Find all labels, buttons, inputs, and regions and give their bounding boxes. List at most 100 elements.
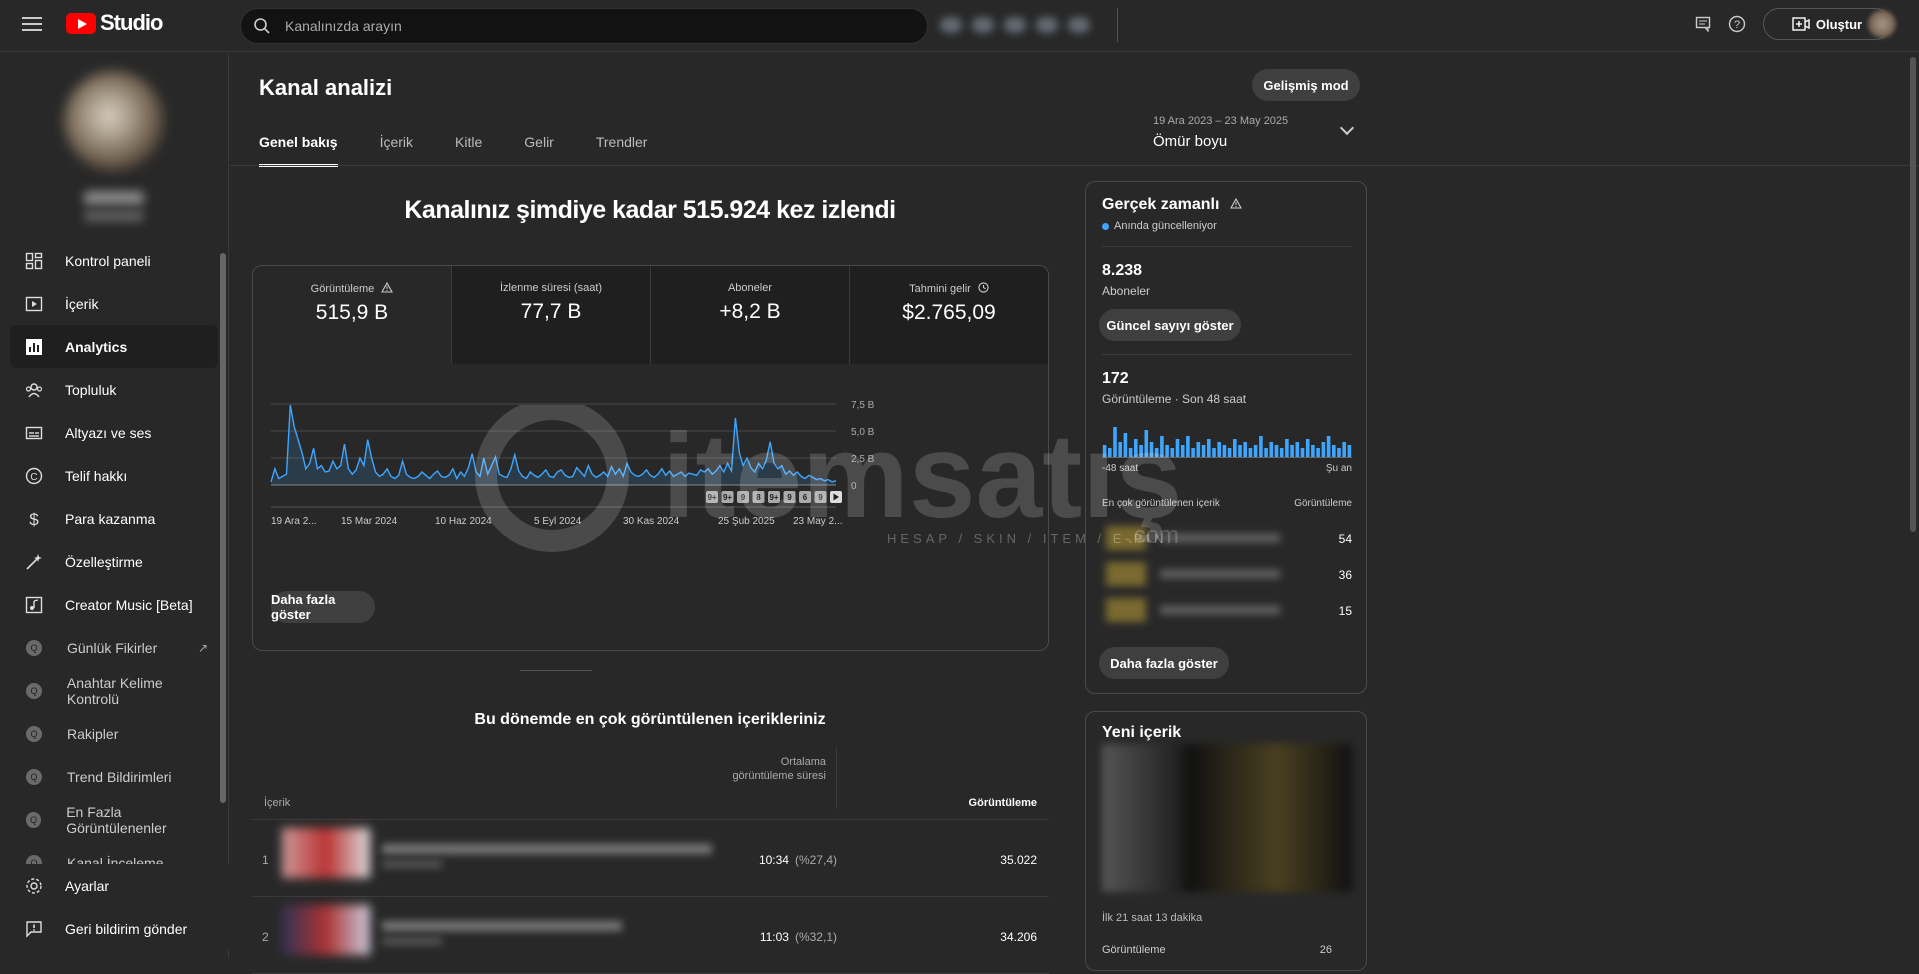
sidebar-item-label: Özelleştirme: [65, 553, 143, 570]
clock-icon: [978, 282, 989, 293]
video-thumbnail: [1106, 598, 1146, 622]
account-avatar[interactable]: [1868, 10, 1896, 38]
sidebar-item-trend-alerts[interactable]: Q Trend Bildirimleri: [10, 755, 218, 798]
sidebar-item-label: Telif hakkı: [65, 467, 128, 484]
metric-tabs: Görüntüleme 515,9 B İzlenme süresi (saat…: [253, 266, 1048, 364]
sidebar-item-creator-music[interactable]: Creator Music [Beta]: [10, 583, 218, 626]
realtime-bar: [1207, 439, 1211, 457]
realtime-bar: [1196, 442, 1201, 457]
video-marker-label: 9+: [723, 493, 732, 502]
date-range-text: 19 Ara 2023 – 23 May 2025: [1153, 115, 1289, 127]
sidebar-item-feedback[interactable]: Geri bildirim gönder: [10, 907, 218, 950]
sidebar-item-dashboard[interactable]: Kontrol paneli: [10, 239, 218, 282]
menu-icon[interactable]: [22, 14, 42, 31]
sidebar-item-subtitles[interactable]: Altyazı ve ses: [10, 411, 218, 454]
metric-watch-time[interactable]: İzlenme süresi (saat) 77,7 B: [452, 266, 651, 364]
realtime-top-row[interactable]: 15: [1102, 596, 1352, 626]
extension-icon: Q: [26, 639, 42, 656]
sidebar-item-analytics[interactable]: Analytics: [10, 325, 218, 368]
realtime-views: 172: [1102, 370, 1129, 387]
page-scrollbar[interactable]: [1910, 57, 1916, 532]
metric-views[interactable]: Görüntüleme 515,9 B: [253, 266, 452, 364]
community-icon: [24, 380, 44, 400]
metric-label: Görüntüleme: [310, 283, 375, 295]
channel-avatar[interactable]: [64, 71, 164, 171]
sidebar-item-label: Ayarlar: [65, 877, 110, 894]
y-tick-label: 2,5 B: [851, 454, 875, 465]
sidebar-item-label: En Fazla Görüntülenenler: [66, 803, 167, 836]
svg-text:C: C: [30, 472, 37, 483]
sidebar-item-copyright[interactable]: C Telif hakkı: [10, 454, 218, 497]
sidebar-scrollbar[interactable]: [220, 253, 226, 853]
sidebar-item-keyword-check[interactable]: Q Anahtar Kelime Kontrolü: [10, 669, 218, 712]
comments-icon[interactable]: [1692, 13, 1714, 35]
sidebar-item-label: Para kazanma: [65, 510, 156, 527]
video-title-blurred: [382, 921, 622, 931]
metric-subscribers[interactable]: Aboneler +8,2 B: [651, 266, 850, 364]
column-avg-duration[interactable]: Ortalama görüntüleme süresi: [727, 747, 837, 809]
realtime-bar: [1305, 439, 1310, 457]
sidebar-nav: Kontrol paneli İçerik Analytics Topluluk…: [0, 239, 229, 884]
studio-logo[interactable]: Studio: [66, 10, 163, 36]
sidebar-item-competitors[interactable]: Q Rakipler: [10, 712, 218, 755]
chevron-down-icon[interactable]: [1339, 120, 1355, 136]
row-number: 2: [262, 930, 269, 944]
warning-icon: [1229, 197, 1242, 209]
sidebar-item-daily-ideas[interactable]: Q Günlük Fikirler ↗: [10, 626, 218, 669]
date-range-picker[interactable]: 19 Ara 2023 – 23 May 2025 Ömür boyu: [1153, 115, 1288, 150]
tab-revenue[interactable]: Gelir: [524, 134, 554, 167]
table-row[interactable]: 1 10:34 (%27,4) 35.022: [252, 820, 1049, 897]
column-content: İçerik: [264, 797, 291, 809]
row-views: 36: [1338, 568, 1352, 582]
video-thumbnail[interactable]: [1102, 744, 1352, 892]
realtime-bar: [1180, 445, 1185, 457]
realtime-bar: [1175, 439, 1180, 457]
table-header: İçerik Ortalama görüntüleme süresi Görün…: [252, 747, 1049, 820]
realtime-bar: [1149, 442, 1154, 457]
tab-audience[interactable]: Kitle: [455, 134, 482, 167]
realtime-bar: [1227, 448, 1232, 457]
realtime-bar-chart: [1102, 427, 1352, 458]
show-current-count-button[interactable]: Güncel sayıyı göster: [1099, 309, 1241, 341]
metric-label: Aboneler: [727, 282, 773, 294]
realtime-views-label: Görüntüleme · Son 48 saat: [1102, 392, 1247, 406]
show-more-button[interactable]: Daha fazla göster: [271, 591, 375, 623]
table-row[interactable]: 2 11:03 (%32,1) 34.206: [252, 897, 1049, 974]
create-icon: [1792, 17, 1810, 31]
sidebar-item-monetization[interactable]: $ Para kazanma: [10, 497, 218, 540]
sidebar-item-customization[interactable]: Özelleştirme: [10, 540, 218, 583]
sidebar-item-content[interactable]: İçerik: [10, 282, 218, 325]
row-views: 35.022: [1000, 853, 1037, 867]
sidebar-item-settings[interactable]: Ayarlar: [10, 864, 218, 907]
views-chart: 7,5 B 5,0 B 2,5 B 0 9+ 9+ 9 8 9+ 9 6 9 19 Ara 2... 15…: [253, 364, 1048, 564]
realtime-bar: [1311, 445, 1315, 457]
realtime-bar: [1170, 448, 1175, 457]
video-thumbnail: [282, 828, 370, 878]
sidebar-item-community[interactable]: Topluluk: [10, 368, 218, 411]
search-box[interactable]: [240, 8, 928, 44]
realtime-bar: [1222, 445, 1227, 457]
video-thumbnail: [282, 905, 370, 955]
realtime-bar: [1217, 442, 1221, 457]
new-content-title: Yeni içerik: [1102, 724, 1182, 741]
metric-revenue[interactable]: Tahmini gelir $2.765,09: [850, 266, 1048, 364]
realtime-bar: [1316, 448, 1320, 457]
realtime-top-row[interactable]: 36: [1102, 560, 1352, 590]
video-title-blurred: [382, 844, 712, 854]
tab-content[interactable]: İçerik: [380, 134, 413, 167]
realtime-bar: [1154, 448, 1159, 457]
realtime-bar: [1102, 445, 1107, 457]
advanced-mode-button[interactable]: Gelişmiş mod: [1252, 69, 1360, 101]
y-tick-label: 0: [851, 481, 857, 492]
divider: [1117, 8, 1118, 42]
x-tick-label: 19 Ara 2...: [271, 516, 317, 527]
search-input[interactable]: [285, 18, 885, 34]
sidebar-item-most-viewed[interactable]: Q En Fazla Görüntülenenler: [10, 798, 218, 841]
realtime-title: Gerçek zamanlı: [1102, 196, 1242, 214]
realtime-top-row[interactable]: 54: [1102, 524, 1352, 554]
tab-trends[interactable]: Trendler: [596, 134, 648, 167]
tab-overview[interactable]: Genel bakış: [259, 134, 338, 167]
column-views[interactable]: Görüntüleme: [837, 797, 1037, 809]
show-more-button[interactable]: Daha fazla göster: [1099, 647, 1229, 679]
help-icon[interactable]: ?: [1726, 13, 1748, 35]
